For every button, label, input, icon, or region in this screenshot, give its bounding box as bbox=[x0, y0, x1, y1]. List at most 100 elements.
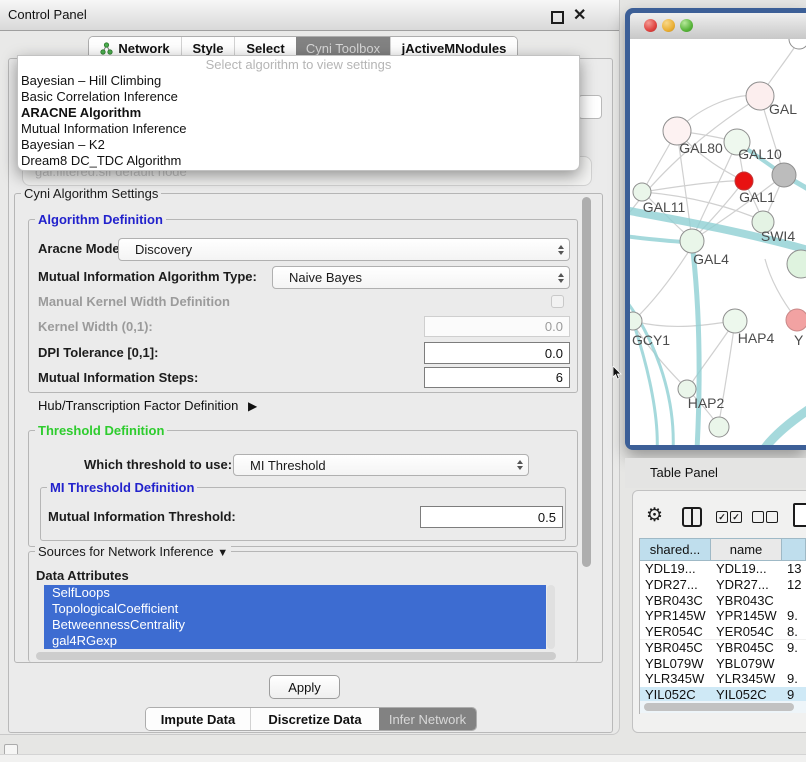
tab-impute-data[interactable]: Impute Data bbox=[146, 708, 250, 730]
aracne-mode-value: Discovery bbox=[135, 242, 192, 257]
node-pink-y[interactable] bbox=[786, 309, 806, 331]
control-panel-window: Control Panel ✕ Network Style bbox=[0, 0, 620, 735]
control-panel-title: Control Panel bbox=[8, 7, 87, 22]
cell: YPR145W bbox=[640, 608, 711, 623]
node-label-gal4: GAL4 bbox=[693, 251, 729, 267]
node-unlabeled[interactable] bbox=[789, 39, 806, 49]
dropdown-item[interactable]: Dream8 DC_TDC Algorithm bbox=[18, 153, 579, 169]
sources-group-title: Sources for Network Inference ▼ bbox=[35, 544, 231, 559]
float-window-icon[interactable] bbox=[551, 11, 564, 24]
checked-checkbox-icon[interactable]: ✓ bbox=[716, 511, 728, 523]
attribute-item-selected[interactable]: gal4RGexp bbox=[44, 633, 546, 649]
expand-arrow-icon: ▶ bbox=[248, 399, 257, 413]
cell: YLR345W bbox=[711, 671, 782, 686]
tab-infer-network[interactable]: Infer Network bbox=[379, 708, 476, 730]
column-header-name[interactable]: name bbox=[711, 538, 782, 561]
columns-icon[interactable] bbox=[682, 507, 702, 527]
aracne-mode-combobox[interactable]: Discovery bbox=[118, 238, 570, 261]
kernel-width-field[interactable]: 0.0 bbox=[424, 316, 570, 337]
unchecked-checkbox-icon[interactable] bbox=[752, 511, 764, 523]
dropdown-item[interactable]: Basic Correlation Inference bbox=[18, 89, 579, 105]
node-red[interactable] bbox=[735, 172, 753, 190]
mi-type-combobox[interactable]: Naive Bayes bbox=[272, 266, 570, 289]
close-icon[interactable]: ✕ bbox=[573, 5, 586, 25]
which-threshold-combobox[interactable]: MI Threshold bbox=[233, 454, 529, 476]
node-swi4[interactable] bbox=[787, 250, 806, 278]
manual-kernel-label: Manual Kernel Width Definition bbox=[38, 294, 230, 309]
node-bottom[interactable] bbox=[709, 417, 729, 437]
dropdown-item[interactable]: Mutual Information Inference bbox=[18, 121, 579, 137]
cell: YDL19... bbox=[640, 561, 711, 576]
node-gal4[interactable] bbox=[680, 229, 704, 253]
cell: YDR27... bbox=[711, 577, 782, 592]
dpi-tolerance-field[interactable]: 0.0 bbox=[424, 342, 570, 364]
hub-expander[interactable]: Hub/Transcription Factor Definition ▶ bbox=[38, 398, 257, 413]
dropdown-item-selected[interactable]: ARACNE Algorithm bbox=[18, 105, 579, 121]
attributes-hscrollbar[interactable] bbox=[36, 652, 556, 660]
table-row[interactable]: YBR045C YBR045C 9. bbox=[640, 640, 806, 656]
algorithm-dropdown-popup: Select algorithm to view settings Bayesi… bbox=[17, 55, 580, 171]
table-row[interactable]: YBR043C YBR043C bbox=[640, 592, 806, 608]
network-window-titlebar[interactable] bbox=[630, 13, 806, 40]
cell: 12 bbox=[782, 577, 806, 592]
screen: Control Panel ✕ Network Style bbox=[0, 0, 806, 762]
page-icon[interactable] bbox=[793, 503, 806, 527]
node-label-hap4: HAP4 bbox=[738, 330, 775, 346]
collapse-arrow-icon[interactable]: ▼ bbox=[217, 547, 228, 559]
algorithm-combo-stub[interactable] bbox=[578, 95, 602, 119]
column-header-shared[interactable]: shared... bbox=[640, 538, 711, 561]
attributes-vscrollbar[interactable] bbox=[547, 585, 555, 649]
mi-threshold-group-title: MI Threshold Definition bbox=[47, 480, 197, 495]
table-row[interactable]: YBL079W YBL079W bbox=[640, 655, 806, 671]
control-panel-titlebar[interactable]: Control Panel ✕ bbox=[0, 0, 619, 31]
node-label-gal80: GAL80 bbox=[679, 140, 723, 156]
mi-threshold-value: 0.5 bbox=[538, 510, 556, 525]
settings-scrollbar[interactable] bbox=[582, 197, 591, 567]
dropdown-item[interactable]: Bayesian – K2 bbox=[18, 137, 579, 153]
mi-threshold-field[interactable]: 0.5 bbox=[420, 506, 563, 528]
settings-group-title: Cyni Algorithm Settings bbox=[21, 186, 161, 201]
table-row[interactable]: YLR345W YLR345W 9. bbox=[640, 671, 806, 687]
table-row[interactable]: YDR27... YDR27... 12 bbox=[640, 577, 806, 593]
network-icon bbox=[100, 42, 113, 55]
apply-button[interactable]: Apply bbox=[269, 675, 340, 699]
gear-icon[interactable]: ⚙ bbox=[646, 504, 663, 527]
zoom-traffic-light[interactable] bbox=[680, 19, 693, 32]
table-row-selected[interactable]: YIL052C YIL052C 9 bbox=[640, 687, 806, 703]
manual-kernel-checkbox[interactable] bbox=[551, 295, 564, 308]
tab-jactivemnodules-label: jActiveMNodules bbox=[402, 41, 507, 56]
cell: YER054C bbox=[640, 624, 711, 639]
cell: YBL079W bbox=[711, 656, 782, 671]
tab-infer-network-label: Infer Network bbox=[389, 712, 466, 727]
table-row[interactable]: YDL19... YDL19... 13 bbox=[640, 561, 806, 577]
node-label-gcy1: GCY1 bbox=[632, 332, 670, 348]
bottom-tabbar: Impute Data Discretize Data Infer Networ… bbox=[145, 707, 477, 731]
attribute-item-selected[interactable]: BetweennessCentrality bbox=[44, 617, 546, 633]
node-label-hap2: HAP2 bbox=[688, 395, 725, 411]
dropdown-item[interactable]: Bayesian – Hill Climbing bbox=[18, 73, 579, 89]
close-traffic-light[interactable] bbox=[644, 19, 657, 32]
combo-stepper-icon bbox=[517, 460, 523, 470]
network-graph[interactable]: GAL GAL80 GAL10 GAL1 GAL11 SWI4 GAL4 GCY… bbox=[630, 39, 806, 445]
sources-title-text: Sources for Network Inference bbox=[38, 544, 214, 559]
mi-steps-field[interactable]: 6 bbox=[424, 367, 570, 388]
cell: 8. bbox=[782, 624, 806, 639]
node-gray[interactable] bbox=[772, 163, 796, 187]
column-header-partial[interactable] bbox=[782, 538, 806, 561]
table-row[interactable]: YPR145W YPR145W 9. bbox=[640, 608, 806, 624]
attribute-item-selected[interactable]: SelfLoops bbox=[44, 585, 546, 601]
table-hscrollbar-thumb[interactable] bbox=[644, 703, 794, 711]
unchecked-checkbox-icon[interactable] bbox=[766, 511, 778, 523]
which-threshold-label: Which threshold to use: bbox=[84, 457, 232, 472]
algorithm-definition-title: Algorithm Definition bbox=[35, 212, 166, 227]
hub-expander-label: Hub/Transcription Factor Definition bbox=[38, 398, 238, 413]
cell: YER054C bbox=[711, 624, 782, 639]
mi-steps-value: 6 bbox=[556, 370, 563, 385]
checked-checkbox-icon[interactable]: ✓ bbox=[730, 511, 742, 523]
table-row[interactable]: YER054C YER054C 8. bbox=[640, 624, 806, 640]
cell: YBR043C bbox=[711, 593, 782, 608]
tab-select-label: Select bbox=[246, 41, 284, 56]
attribute-item-selected[interactable]: TopologicalCoefficient bbox=[44, 601, 546, 617]
minimize-traffic-light[interactable] bbox=[662, 19, 675, 32]
tab-discretize-data[interactable]: Discretize Data bbox=[250, 708, 379, 730]
